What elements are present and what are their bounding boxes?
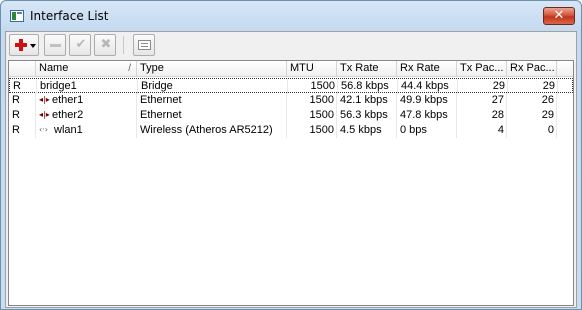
note-icon: [138, 40, 151, 50]
row-mtu: 1500: [287, 93, 337, 108]
add-button[interactable]: [9, 34, 39, 56]
window-content: ✔ ✖ Name / Type MTU Tx Rate Rx Rate Tx P…: [5, 31, 577, 308]
column-header-mtu[interactable]: MTU: [287, 61, 337, 77]
row-name-cell: ◂|▸ ether1: [36, 93, 137, 108]
close-button[interactable]: ✕: [543, 7, 575, 25]
column-header-name-label: Name: [39, 62, 69, 74]
plus-icon: [15, 39, 27, 51]
row-name: wlan1: [54, 124, 83, 136]
column-header-flags[interactable]: [9, 61, 36, 77]
wireless-icon: ‹·›: [39, 125, 48, 135]
row-flag: R: [9, 93, 36, 108]
row-flag: R: [9, 123, 36, 138]
row-mtu: 1500: [288, 79, 338, 94]
row-type: Bridge: [138, 79, 288, 94]
column-header-tx-packets[interactable]: Tx Pac...: [457, 61, 507, 77]
row-mtu: 1500: [287, 123, 337, 138]
comment-button[interactable]: [133, 34, 155, 56]
ethernet-icon: ◂|▸: [39, 110, 50, 120]
minus-icon: [50, 44, 61, 47]
row-rx-rate: 49.9 kbps: [397, 93, 457, 108]
title-bar[interactable]: Interface List ✕: [1, 1, 581, 30]
enable-button[interactable]: ✔: [69, 34, 91, 56]
row-tx-rate: 42.1 kbps: [337, 93, 397, 108]
toolbar-divider: [123, 36, 124, 54]
column-header-rx-packets[interactable]: Rx Pac...: [507, 61, 557, 77]
row-tx-packets: 4: [457, 123, 507, 138]
interface-table: Name / Type MTU Tx Rate Rx Rate Tx Pac..…: [8, 60, 574, 306]
sort-indicator-icon: /: [128, 63, 131, 74]
row-flag: R: [9, 108, 36, 123]
row-tx-rate: 56.3 kbps: [337, 108, 397, 123]
check-icon: ✔: [75, 37, 87, 52]
row-rx-packets: 0: [507, 123, 557, 138]
row-rx-packets: 26: [507, 93, 557, 108]
column-header-name[interactable]: Name /: [36, 61, 137, 77]
row-rx-rate: 47.8 kbps: [397, 108, 457, 123]
row-name: bridge1: [37, 79, 138, 94]
column-header-tx-rate[interactable]: Tx Rate: [337, 61, 397, 77]
row-name: ether1: [52, 94, 84, 106]
row-type: Ethernet: [137, 108, 287, 123]
ethernet-icon: ◂|▸: [39, 95, 50, 105]
table-row[interactable]: R ◂|▸ ether2 Ethernet 1500 56.3 kbps 47.8…: [9, 108, 573, 123]
interface-list-window: Interface List ✕ ✔ ✖ Name / Type MTU Tx …: [0, 0, 582, 310]
row-type: Wireless (Atheros AR5212): [137, 123, 287, 138]
row-tx-rate: 56.8 kbps: [338, 79, 398, 94]
column-header-rx-rate[interactable]: Rx Rate: [397, 61, 457, 77]
remove-button[interactable]: [44, 34, 66, 56]
x-icon: ✖: [100, 37, 112, 52]
disable-button[interactable]: ✖: [94, 34, 116, 56]
row-tx-packets: 28: [457, 108, 507, 123]
row-name-cell: ‹·› wlan1: [36, 123, 137, 138]
row-name: ether2: [52, 109, 84, 121]
table-header: Name / Type MTU Tx Rate Rx Rate Tx Pac..…: [9, 61, 573, 77]
row-tx-packets: 29: [458, 79, 508, 94]
table-row[interactable]: R ‹·› wlan1 Wireless (Atheros AR5212) 150…: [9, 123, 573, 138]
chevron-down-icon: [30, 44, 36, 48]
row-type: Ethernet: [137, 93, 287, 108]
row-mtu: 1500: [287, 108, 337, 123]
table-row[interactable]: R bridge1 Bridge 1500 56.8 kbps 44.4 kbp…: [9, 78, 573, 94]
row-tx-packets: 27: [457, 93, 507, 108]
row-rx-packets: 29: [508, 79, 558, 94]
row-tx-rate: 4.5 kbps: [337, 123, 397, 138]
row-rx-packets: 29: [507, 108, 557, 123]
row-rx-rate: 0 bps: [397, 123, 457, 138]
row-rx-rate: 44.4 kbps: [398, 79, 458, 94]
row-flag: R: [10, 79, 37, 94]
table-row[interactable]: R ◂|▸ ether1 Ethernet 1500 42.1 kbps 49.9…: [9, 93, 573, 108]
window-title: Interface List: [30, 9, 109, 23]
toolbar: ✔ ✖: [6, 32, 576, 59]
row-name-cell: ◂|▸ ether2: [36, 108, 137, 123]
window-app-icon: [10, 10, 24, 22]
column-header-type[interactable]: Type: [137, 61, 287, 77]
